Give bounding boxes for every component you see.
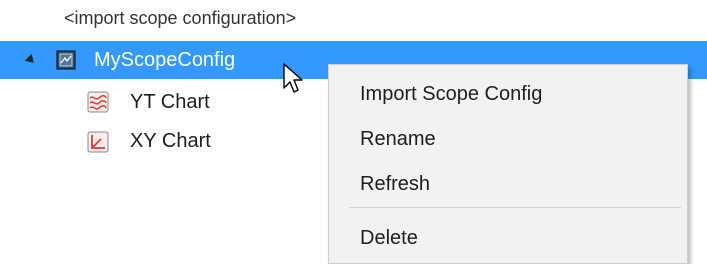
tree-item-yt-chart[interactable]: YT Chart <box>130 89 210 115</box>
tree-item-label[interactable]: MyScopeConfig <box>94 47 235 73</box>
menu-item-refresh[interactable]: Refresh <box>360 171 430 197</box>
scope-config-icon <box>56 50 76 70</box>
menu-item-delete[interactable]: Delete <box>360 225 418 251</box>
mouse-pointer-icon <box>282 62 308 96</box>
menu-item-rename[interactable]: Rename <box>360 126 436 152</box>
menu-separator <box>349 207 681 208</box>
yt-chart-icon <box>87 91 109 113</box>
xy-chart-icon <box>87 131 109 153</box>
menu-item-import-scope-config[interactable]: Import Scope Config <box>360 81 542 107</box>
context-menu: Import Scope Config Rename Refresh Delet… <box>328 64 688 264</box>
import-scope-configuration-node[interactable]: <import scope configuration> <box>64 5 296 31</box>
tree-item-xy-chart[interactable]: XY Chart <box>130 128 211 154</box>
